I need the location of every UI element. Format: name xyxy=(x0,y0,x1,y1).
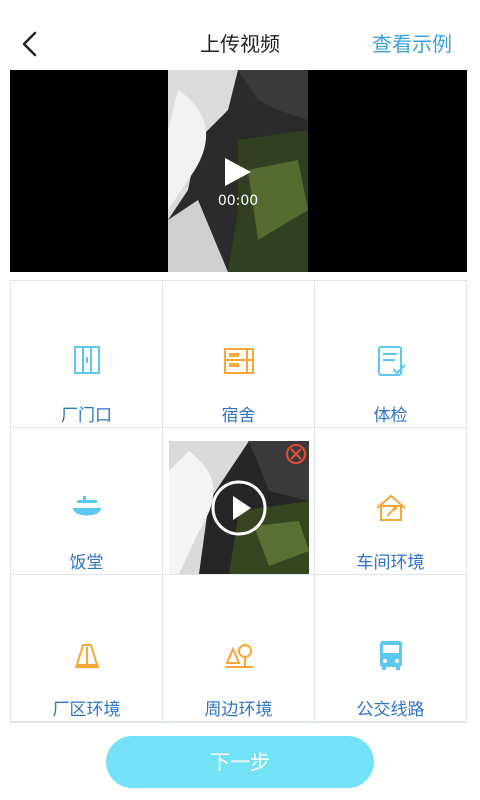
bus-icon xyxy=(380,641,402,670)
category-label: 厂门口 xyxy=(61,406,112,426)
category-factory-gate[interactable]: 厂门口 xyxy=(11,281,163,428)
video-category-grid: 厂门口 宿舍 体检 饭堂 车间环境 厂区环境 周边环境 公交线路 xyxy=(10,280,467,723)
category-bus-route[interactable]: 公交线路 xyxy=(315,575,467,722)
clipboard-check-icon xyxy=(378,346,406,376)
trees-icon xyxy=(225,644,253,668)
category-label: 宿舍 xyxy=(221,406,256,426)
video-time: 00:00 xyxy=(217,193,259,209)
category-label: 周边环境 xyxy=(204,700,273,720)
bowl-icon xyxy=(73,496,101,516)
bunk-bed-icon xyxy=(224,348,254,374)
category-health-check[interactable]: 体检 xyxy=(315,281,467,428)
next-step-button[interactable]: 下一步 xyxy=(106,736,374,788)
video-player[interactable]: 00:00 xyxy=(10,70,467,272)
view-example-link[interactable]: 查看示例 xyxy=(372,28,452,57)
play-icon[interactable] xyxy=(209,478,269,538)
uploaded-video-cell[interactable] xyxy=(163,428,315,575)
category-label: 体检 xyxy=(373,406,408,426)
category-surroundings[interactable]: 周边环境 xyxy=(163,575,315,722)
category-dormitory[interactable]: 宿舍 xyxy=(163,281,315,428)
play-icon[interactable] xyxy=(223,156,253,188)
category-canteen[interactable]: 饭堂 xyxy=(11,428,163,575)
header: 上传视频 查看示例 xyxy=(0,0,480,72)
category-label: 厂区环境 xyxy=(52,700,121,720)
category-label: 公交线路 xyxy=(356,700,425,720)
category-workshop[interactable]: 车间环境 xyxy=(315,428,467,575)
hill-icon xyxy=(75,644,99,668)
category-label: 饭堂 xyxy=(69,553,104,573)
tool-house-icon xyxy=(376,494,406,521)
category-label: 车间环境 xyxy=(356,553,425,573)
delete-icon[interactable] xyxy=(285,443,307,465)
door-icon xyxy=(74,346,100,374)
category-plant-area[interactable]: 厂区环境 xyxy=(11,575,163,722)
